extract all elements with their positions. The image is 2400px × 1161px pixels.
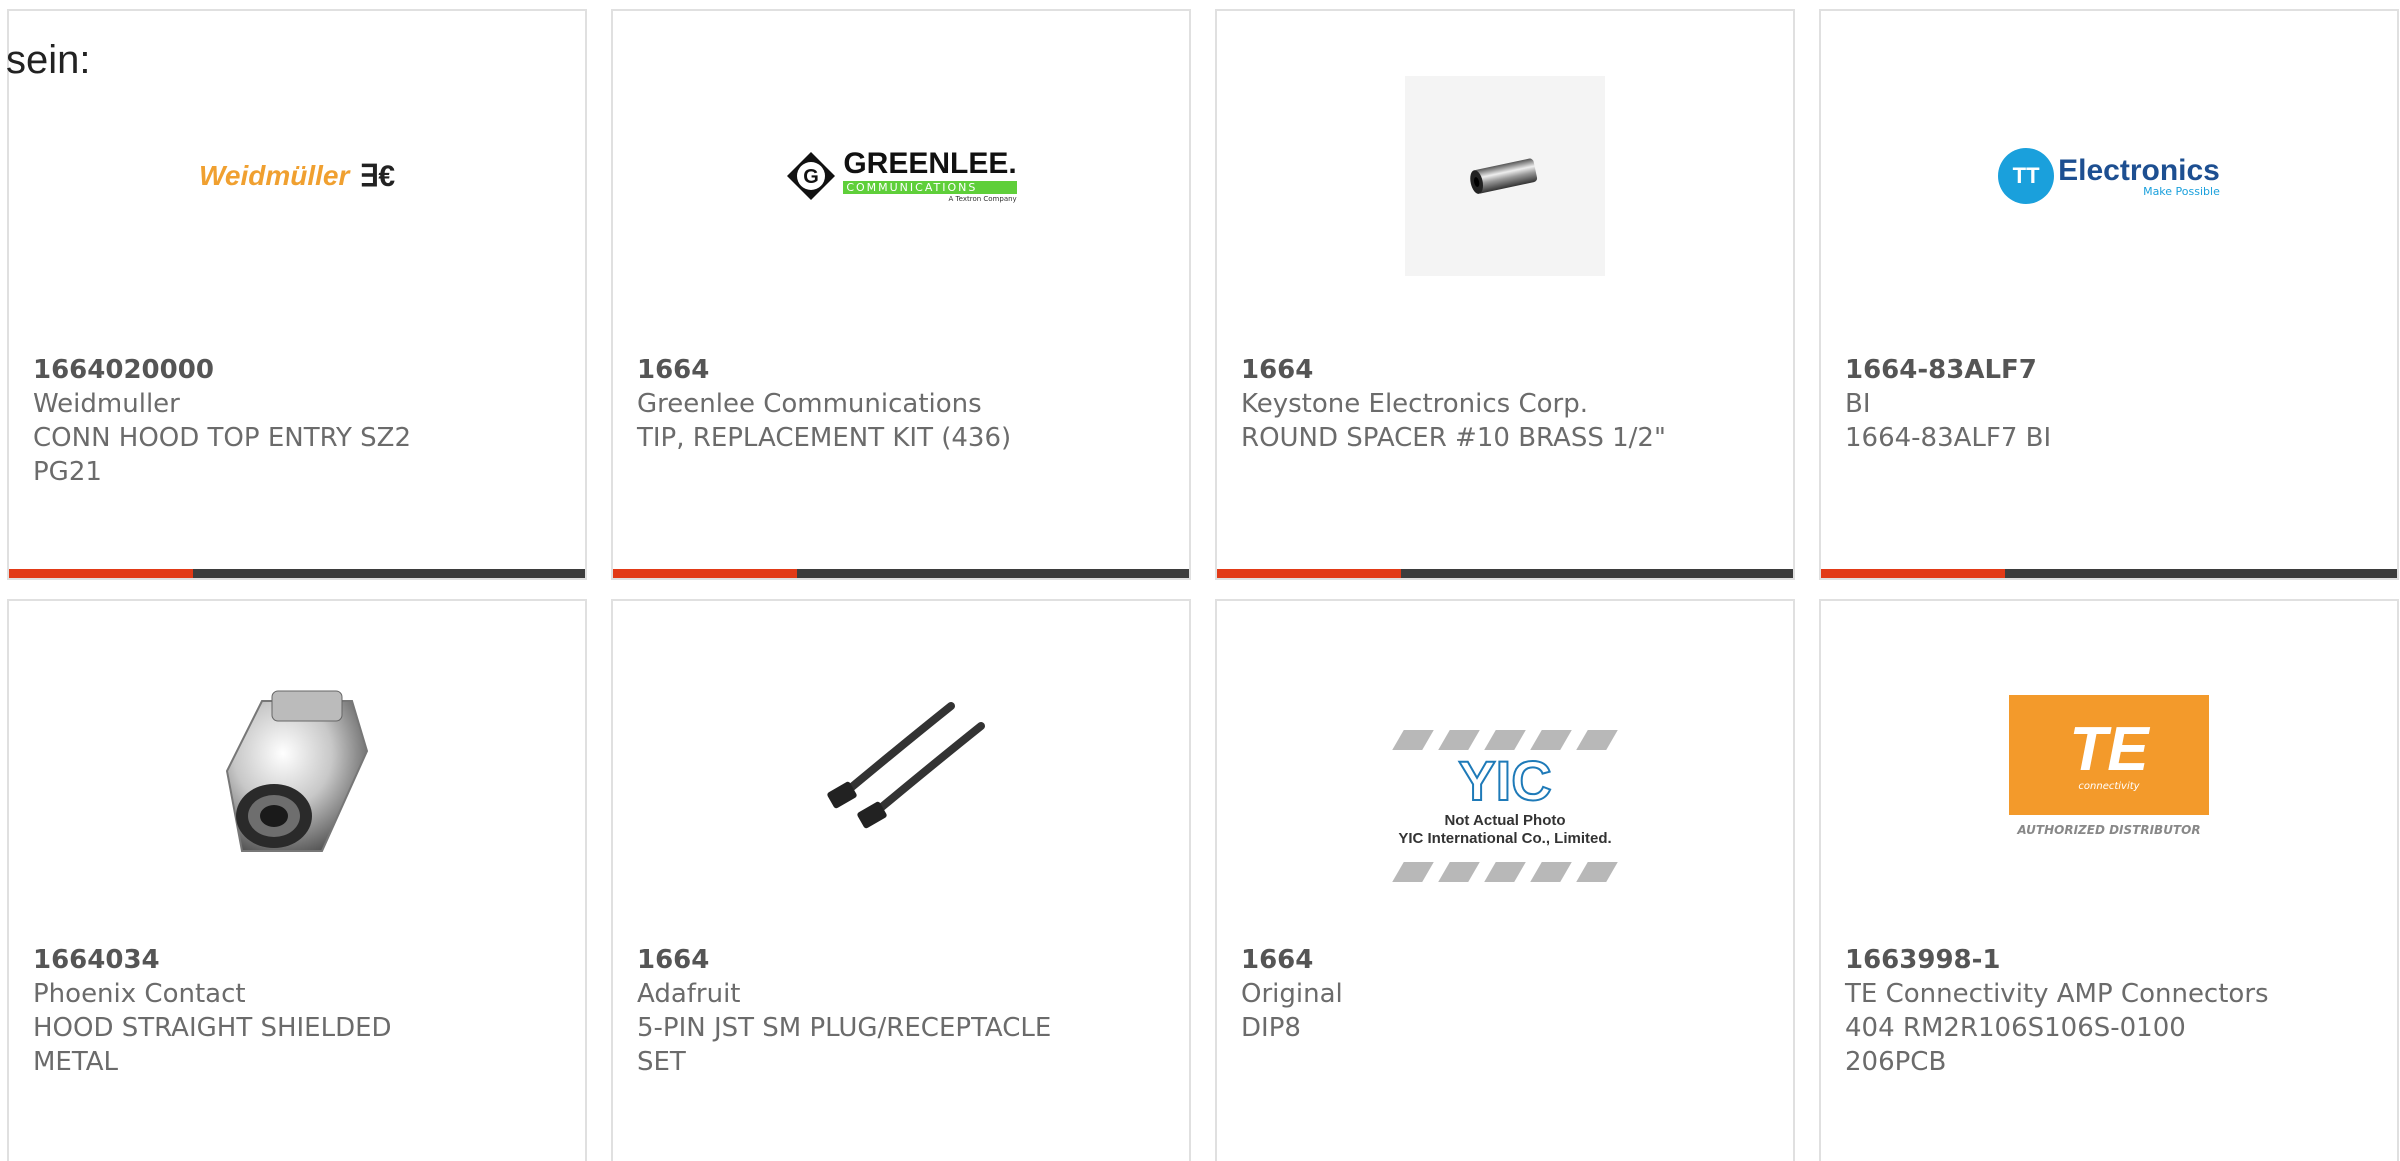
description: TIP, REPLACEMENT KIT (436) xyxy=(637,423,1012,453)
tt-electronics-logo: TT Electronics Make Possible xyxy=(1998,148,2220,204)
card-footer-bar xyxy=(9,569,585,578)
product-image[interactable] xyxy=(9,661,585,871)
weidmuller-mark-icon: ∃€ xyxy=(359,159,396,193)
card-footer-accent xyxy=(1217,569,1401,578)
description: 5-PIN JST SM PLUG/RECEPTACLE SET xyxy=(637,1013,1052,1077)
product-card[interactable]: YIC Not Actual Photo YIC International C… xyxy=(1215,599,1795,1161)
manufacturer: Original xyxy=(1241,979,1343,1009)
product-info: 1664 Adafruit 5-PIN JST SM PLUG/RECEPTAC… xyxy=(637,943,1169,1079)
product-card[interactable]: G GREENLEE. COMMUNICATIONS A Textron Com… xyxy=(611,9,1191,580)
metal-hood-icon xyxy=(225,690,369,852)
product-info: 1664-83ALF7 BI 1664-83ALF7 BI xyxy=(1845,353,2377,455)
manufacturer: Adafruit xyxy=(637,979,741,1009)
part-number[interactable]: 1664034 xyxy=(33,945,160,975)
manufacturer: TE Connectivity AMP Connectors xyxy=(1845,979,2269,1009)
round-spacer-photo xyxy=(1405,76,1605,276)
jst-cable-icon xyxy=(827,702,985,829)
product-info: 1664034 Phoenix Contact HOOD STRAIGHT SH… xyxy=(33,943,565,1079)
product-image[interactable]: YIC Not Actual Photo YIC International C… xyxy=(1217,686,1793,926)
product-card[interactable]: 1664034 Phoenix Contact HOOD STRAIGHT SH… xyxy=(7,599,587,1161)
description: HOOD STRAIGHT SHIELDED METAL xyxy=(33,1013,392,1077)
te-connectivity-logo: TE connectivity AUTHORIZED DISTRIBUTOR xyxy=(2009,695,2209,837)
product-image[interactable] xyxy=(1217,71,1793,281)
card-footer-accent xyxy=(613,569,797,578)
part-number[interactable]: 1664020000 xyxy=(33,355,214,385)
tt-mark-icon: TT xyxy=(1998,148,2055,204)
product-card[interactable]: Weidmüller ∃€ 1664020000 Weidmuller CONN… xyxy=(7,9,587,580)
yic-logo: YIC xyxy=(1457,749,1552,813)
weidmuller-logo: Weidmüller ∃€ xyxy=(198,159,396,193)
chip-icons-top xyxy=(1392,730,1618,751)
card-footer-bar xyxy=(613,569,1189,578)
manufacturer: BI xyxy=(1845,389,1871,419)
manufacturer: Weidmuller xyxy=(33,389,180,419)
greenlee-g-icon: G xyxy=(787,152,836,200)
chip-icons-bottom xyxy=(1392,861,1618,882)
jst-cable-photo xyxy=(801,666,1001,866)
product-grid-page: sein: Weidmüller ∃€ 1664020000 Weidmulle… xyxy=(0,0,2400,1161)
product-info: 1664 Original DIP8 xyxy=(1241,943,1773,1045)
part-number[interactable]: 1664 xyxy=(637,355,709,385)
yic-placeholder-image: YIC Not Actual Photo YIC International C… xyxy=(1370,730,1640,882)
part-number[interactable]: 1664 xyxy=(1241,355,1313,385)
description: DIP8 xyxy=(1241,1013,1301,1043)
metal-hood-photo xyxy=(197,666,397,866)
part-number[interactable]: 1663998-1 xyxy=(1845,945,2001,975)
part-number[interactable]: 1664 xyxy=(1241,945,1313,975)
product-image[interactable]: TE connectivity AUTHORIZED DISTRIBUTOR xyxy=(1821,661,2397,871)
product-image[interactable]: Weidmüller ∃€ xyxy=(9,71,585,281)
description: CONN HOOD TOP ENTRY SZ2 PG21 xyxy=(33,423,412,487)
product-card[interactable]: TT Electronics Make Possible 1664-83ALF7… xyxy=(1819,9,2399,580)
product-image[interactable]: G GREENLEE. COMMUNICATIONS A Textron Com… xyxy=(613,71,1189,281)
product-info: 1663998-1 TE Connectivity AMP Connectors… xyxy=(1845,943,2377,1079)
card-footer-bar xyxy=(1217,569,1793,578)
description: 1664-83ALF7 BI xyxy=(1845,423,2052,453)
product-image[interactable] xyxy=(613,661,1189,871)
product-info: 1664 Keystone Electronics Corp. ROUND SP… xyxy=(1241,353,1773,455)
product-info: 1664020000 Weidmuller CONN HOOD TOP ENTR… xyxy=(33,353,565,489)
description: 404 RM2R106S106S-0100 206PCB xyxy=(1845,1013,2186,1077)
manufacturer: Greenlee Communications xyxy=(637,389,982,419)
description: ROUND SPACER #10 BRASS 1/2" xyxy=(1241,423,1666,453)
part-number[interactable]: 1664 xyxy=(637,945,709,975)
svg-text:G: G xyxy=(804,166,820,188)
greenlee-logo: G GREENLEE. COMMUNICATIONS A Textron Com… xyxy=(785,149,1017,203)
product-image[interactable]: TT Electronics Make Possible xyxy=(1821,71,2397,281)
manufacturer: Keystone Electronics Corp. xyxy=(1241,389,1589,419)
intro-text: sein: xyxy=(6,38,91,82)
card-footer-bar xyxy=(1821,569,2397,578)
manufacturer: Phoenix Contact xyxy=(33,979,246,1009)
part-number[interactable]: 1664-83ALF7 xyxy=(1845,355,2037,385)
product-card[interactable]: 1664 Adafruit 5-PIN JST SM PLUG/RECEPTAC… xyxy=(611,599,1191,1161)
product-card[interactable]: 1664 Keystone Electronics Corp. ROUND SP… xyxy=(1215,9,1795,580)
product-card[interactable]: TE connectivity AUTHORIZED DISTRIBUTOR 1… xyxy=(1819,599,2399,1161)
round-spacer-icon xyxy=(1470,158,1538,194)
card-footer-accent xyxy=(9,569,193,578)
card-footer-accent xyxy=(1821,569,2005,578)
product-info: 1664 Greenlee Communications TIP, REPLAC… xyxy=(637,353,1169,455)
